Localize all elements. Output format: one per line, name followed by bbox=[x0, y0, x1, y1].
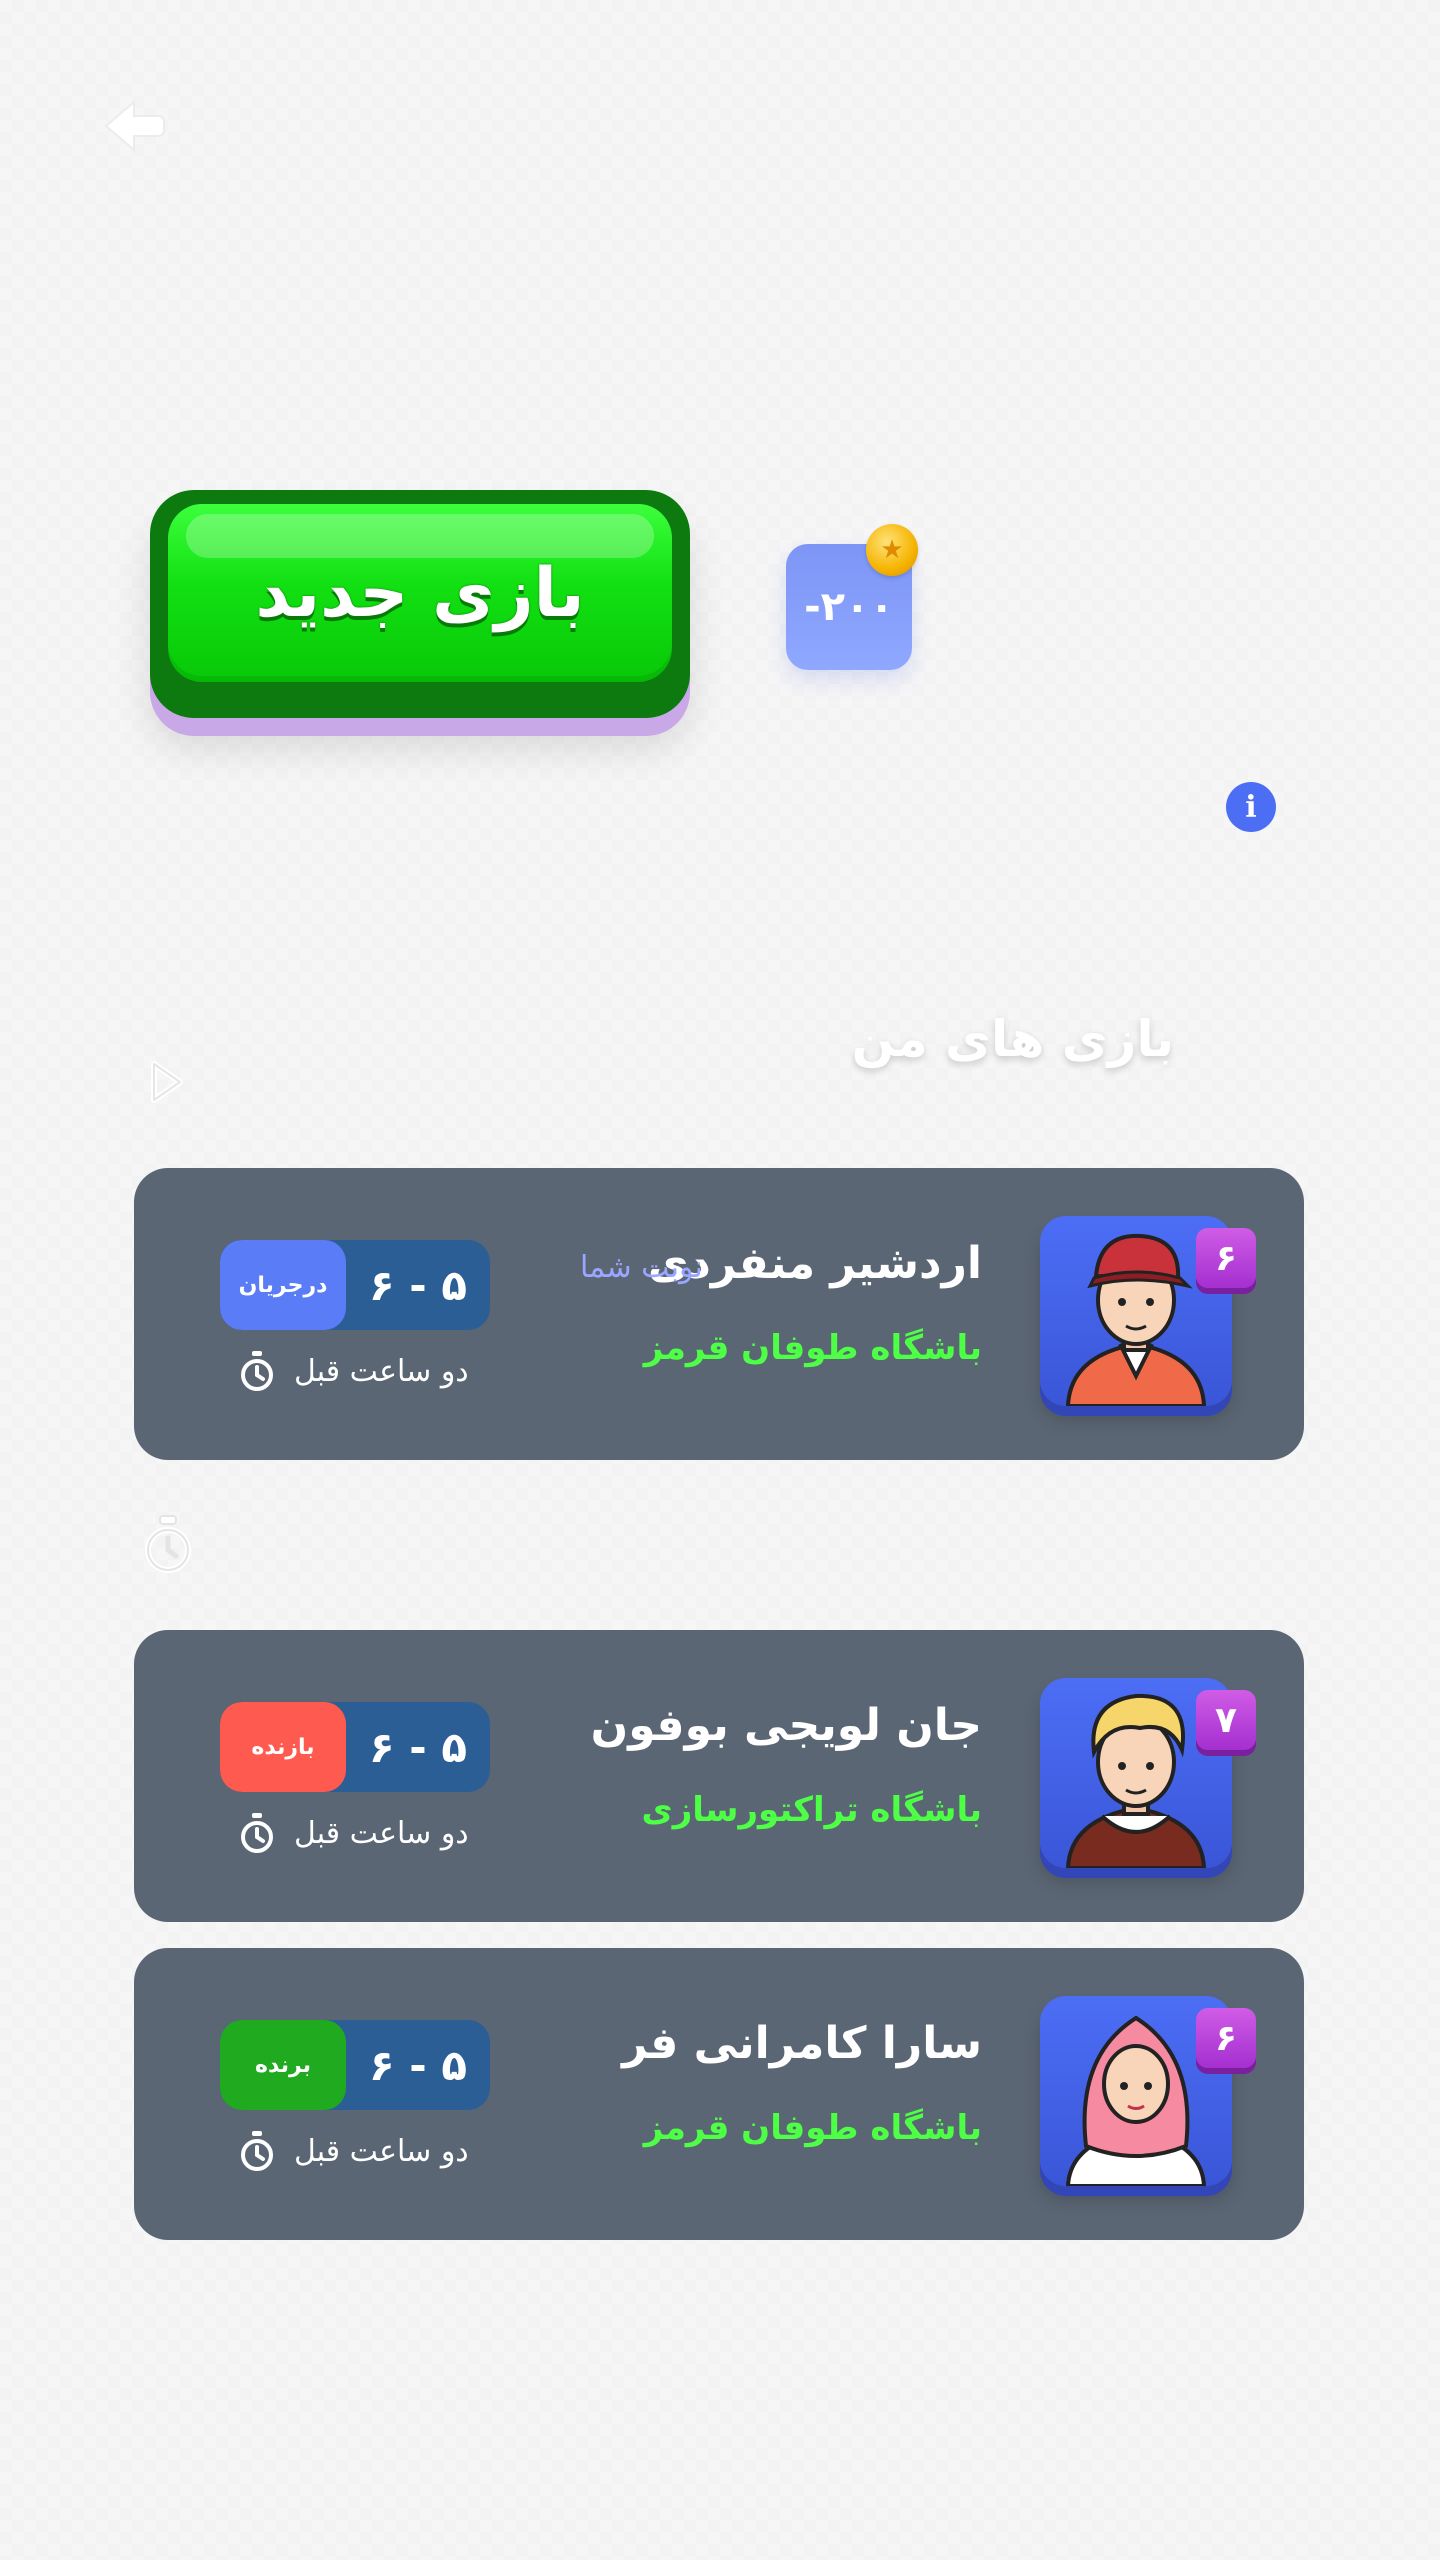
game-card[interactable]: ۷ جان لویجی بوفون باشگاه تراکتورسازی باز… bbox=[134, 1630, 1304, 1922]
status-badge: بازنده bbox=[220, 1702, 346, 1792]
score-box: بازنده ۵ - ۶ bbox=[220, 1702, 490, 1792]
stopwatch-icon bbox=[241, 2131, 273, 2171]
coin-icon: ★ bbox=[866, 524, 918, 576]
time-row: دو ساعت قبل bbox=[238, 2126, 469, 2176]
back-arrow-icon bbox=[104, 99, 165, 153]
section-title: بازی های من bbox=[851, 1010, 1174, 1068]
score: ۵ - ۶ bbox=[369, 2040, 467, 2090]
status-badge: برنده bbox=[220, 2020, 346, 2110]
status-badge: درجریان bbox=[220, 1240, 346, 1330]
score-box: درجریان ۵ - ۶ bbox=[220, 1240, 490, 1330]
game-card[interactable]: ۶ اردشیر منفردی نوبت شما باشگاه طوفان قر… bbox=[134, 1168, 1304, 1460]
score: ۵ - ۶ bbox=[369, 1260, 467, 1310]
new-game-button[interactable]: بازی جدید bbox=[150, 490, 690, 718]
time-ago: دو ساعت قبل bbox=[294, 1815, 469, 1851]
cost-label: -۲۰۰ bbox=[804, 584, 894, 630]
player-name: سارا کامرانی فر bbox=[622, 2018, 982, 2069]
level-badge: ۶ bbox=[1196, 2008, 1256, 2068]
play-icon bbox=[146, 1058, 186, 1106]
stopwatch-icon bbox=[241, 1813, 273, 1853]
club-name: باشگاه طوفان قرمز bbox=[643, 1328, 982, 1368]
level-badge: ۶ bbox=[1196, 1228, 1256, 1288]
score: ۵ - ۶ bbox=[369, 1722, 467, 1772]
new-game-label: بازی جدید bbox=[255, 553, 585, 633]
game-card[interactable]: ۶ سارا کامرانی فر باشگاه طوفان قرمز برند… bbox=[134, 1948, 1304, 2240]
time-row: دو ساعت قبل bbox=[238, 1346, 469, 1396]
player-name: جان لویجی بوفون bbox=[590, 1700, 982, 1751]
club-name: باشگاه تراکتورسازی bbox=[641, 1790, 982, 1830]
time-row: دو ساعت قبل bbox=[238, 1808, 469, 1858]
time-ago: دو ساعت قبل bbox=[294, 1353, 469, 1389]
club-name: باشگاه طوفان قرمز bbox=[643, 2108, 982, 2148]
back-button[interactable] bbox=[100, 96, 170, 156]
stopwatch-icon bbox=[140, 1512, 196, 1576]
info-icon[interactable]: i bbox=[1226, 782, 1276, 832]
stopwatch-icon bbox=[241, 1351, 273, 1391]
time-ago: دو ساعت قبل bbox=[294, 2133, 469, 2169]
level-badge: ۷ bbox=[1196, 1690, 1256, 1750]
score-box: برنده ۵ - ۶ bbox=[220, 2020, 490, 2110]
turn-label: نوبت شما bbox=[580, 1250, 703, 1285]
